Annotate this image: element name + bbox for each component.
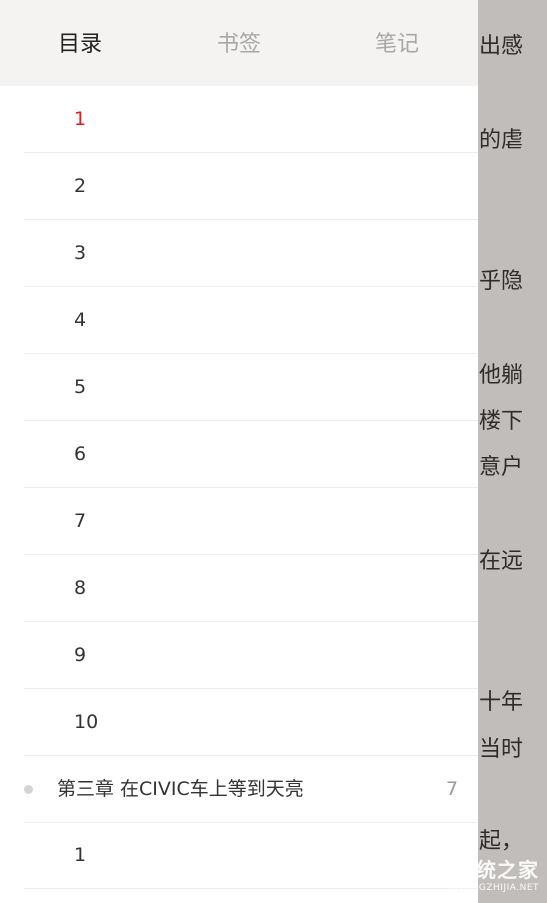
reader-text-line: 十年 <box>479 690 524 715</box>
toc-item-label: 9 <box>74 644 87 666</box>
watermark-logo: 系统之家 XITONGZHIJIA.NET <box>448 854 539 893</box>
reader-text-line: 意户 <box>479 455 524 480</box>
watermark-text: 系统之家 <box>455 858 539 882</box>
toc-item[interactable]: 1 <box>24 86 478 153</box>
toc-item[interactable]: 10 <box>24 689 478 756</box>
watermark-url: XITONGZHIJIA.NET <box>448 883 539 893</box>
toc-item[interactable]: 6 <box>24 421 478 488</box>
tab-bar: 目录 书签 笔记 <box>0 0 478 86</box>
toc-item-label: 4 <box>74 309 87 331</box>
tab-bookmarks[interactable]: 书签 <box>217 0 261 86</box>
toc-item-label: 1 <box>74 108 87 130</box>
chapter-bullet-icon <box>24 785 33 794</box>
reader-text-line: 出感 <box>479 34 524 59</box>
toc-item[interactable]: 1 <box>24 822 478 889</box>
reader-text-line: 乎隐 <box>479 269 524 294</box>
toc-list: 1 2 3 4 5 6 7 8 9 10 第三章 在CIVIC车上等到天亮 7 … <box>0 86 478 889</box>
reader-text-line: 起， <box>479 829 524 854</box>
toc-item[interactable]: 4 <box>24 287 478 354</box>
reader-text-line: 他躺 <box>479 363 524 388</box>
toc-item-label: 7 <box>74 510 87 532</box>
reader-text-line: 的虐 <box>479 128 524 153</box>
reader-page-background[interactable]: 出感 的虐 乎隐 他躺 楼下 意户 在远 十年 当时 起， <box>478 0 547 903</box>
chapter-page-number: 7 <box>445 778 458 800</box>
toc-item-label: 6 <box>74 443 87 465</box>
toc-item-label: 10 <box>74 711 99 733</box>
toc-item-label: 3 <box>74 242 87 264</box>
toc-item[interactable]: 7 <box>24 488 478 555</box>
toc-item-label: 1 <box>74 844 87 866</box>
reader-text-line: 当时 <box>479 737 524 762</box>
toc-item[interactable]: 2 <box>24 153 478 220</box>
toc-item-label: 5 <box>74 376 87 398</box>
reader-text-line: 楼下 <box>479 409 524 434</box>
toc-item[interactable]: 3 <box>24 220 478 287</box>
chapter-title: 第三章 在CIVIC车上等到天亮 <box>57 778 304 800</box>
toc-item[interactable]: 9 <box>24 622 478 689</box>
toc-chapter-item[interactable]: 第三章 在CIVIC车上等到天亮 7 <box>0 756 478 823</box>
reader-text-line: 在远 <box>479 549 524 574</box>
toc-item[interactable]: 8 <box>24 555 478 622</box>
toc-item-label: 8 <box>74 577 87 599</box>
toc-item[interactable]: 5 <box>24 354 478 421</box>
toc-drawer: 目录 书签 笔记 1 2 3 4 5 6 7 8 9 10 第三章 在CIVIC… <box>0 0 478 903</box>
tab-notes[interactable]: 笔记 <box>375 0 419 86</box>
toc-item-label: 2 <box>74 175 87 197</box>
tab-contents[interactable]: 目录 <box>58 0 102 86</box>
